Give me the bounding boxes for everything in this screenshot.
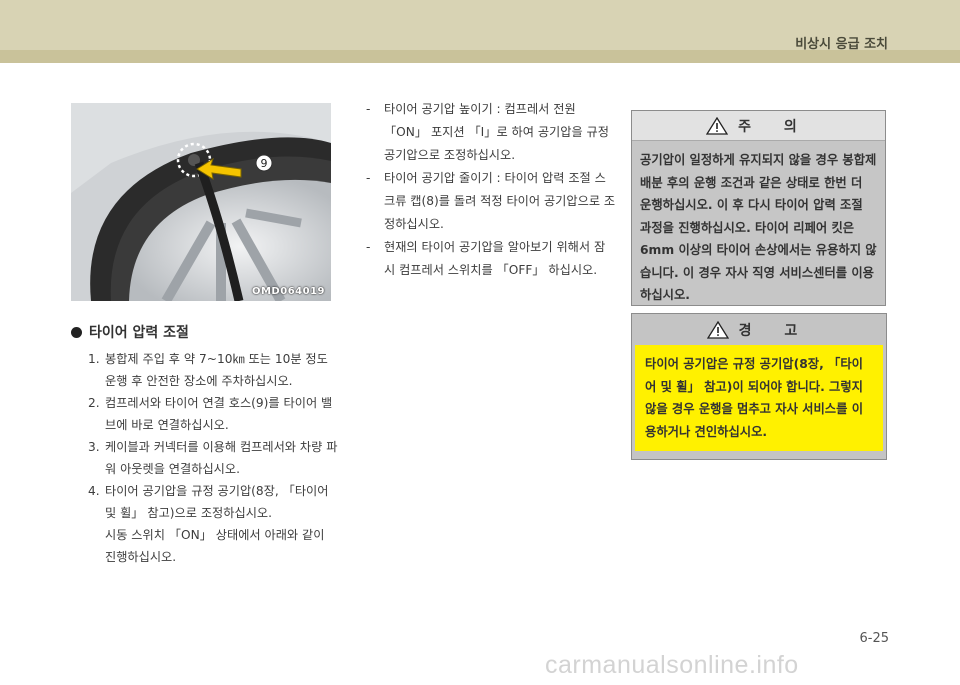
step-note: 시동 스위치 「ON」 상태에서 아래와 같이 진행하십시오. — [105, 528, 325, 564]
list-item: 4. 타이어 공기압을 규정 공기압(8장, 「타이어 및 휠」 참고)으로 조… — [88, 480, 338, 524]
list-item: 3. 케이블과 커넥터를 이용해 컴프레서와 차량 파워 아웃렛을 연결하십시오… — [88, 436, 338, 480]
step-number: 4. — [88, 484, 100, 498]
dash-marker: - — [366, 240, 371, 254]
step-number: 1. — [88, 352, 100, 366]
step-text: 봉합제 주입 후 약 7~10㎞ 또는 10분 정도 운행 후 안전한 장소에 … — [105, 352, 328, 388]
warning-triangle-icon — [706, 116, 729, 135]
caution-title: 주 의 — [738, 118, 811, 135]
list-item: - 현재의 타이어 공기압을 알아보기 위해서 잠시 컴프레서 스위치를 「OF… — [366, 236, 616, 282]
header-band — [0, 0, 960, 63]
caution-text: 공기압이 일정하게 유지되지 않을 경우 봉합제 배분 후의 운행 조건과 같은… — [640, 153, 877, 302]
tire-illustration: 9 — [71, 103, 331, 301]
warning-text: 타이어 공기압은 규정 공기압(8장, 「타이어 및 휠」 참고)이 되어야 합… — [635, 345, 883, 451]
caution-header: 주 의 — [632, 111, 885, 141]
dash-marker: - — [366, 171, 371, 185]
caution-box: 주 의 공기압이 일정하게 유지되지 않을 경우 봉합제 배분 후의 운행 조건… — [631, 110, 886, 306]
section-title-text: 타이어 압력 조절 — [89, 325, 189, 341]
figure-code: OMD064019 — [251, 286, 325, 297]
step-number: 3. — [88, 440, 100, 454]
tire-valve-photo: 9 OMD064019 — [71, 103, 331, 301]
dash-marker: - — [366, 102, 371, 116]
list-item: - 타이어 공기압 높이기 : 컴프레서 전원 「ON」 포지션 「I」로 하여… — [366, 98, 616, 167]
step-text: 타이어 공기압을 규정 공기압(8장, 「타이어 및 휠」 참고)으로 조정하십… — [105, 484, 329, 520]
section-title: 타이어 압력 조절 — [71, 322, 189, 342]
bullet-icon — [71, 326, 82, 338]
dash-list: - 타이어 공기압 높이기 : 컴프레서 전원 「ON」 포지션 「I」로 하여… — [366, 98, 616, 282]
step-number: 2. — [88, 396, 100, 410]
list-item: 2. 컴프레서와 타이어 연결 호스(9)를 타이어 밸브에 바로 연결하십시오… — [88, 392, 338, 436]
header-title: 비상시 응급 조치 — [795, 37, 888, 52]
callout-number: 9 — [261, 157, 268, 170]
dash-text: 타이어 공기압 줄이기 : 타이어 압력 조절 스크류 캡(8)를 돌려 적정 … — [384, 171, 616, 231]
warning-title: 경 고 — [738, 322, 812, 339]
list-item: - 타이어 공기압 줄이기 : 타이어 압력 조절 스크류 캡(8)를 돌려 적… — [366, 167, 616, 236]
warning-triangle-icon — [706, 320, 729, 339]
page-number: 6-25 — [859, 631, 889, 646]
dash-text: 타이어 공기압 높이기 : 컴프레서 전원 「ON」 포지션 「I」로 하여 공… — [384, 102, 609, 162]
warning-header: 경 고 — [635, 314, 883, 345]
warning-box: 경 고 타이어 공기압은 규정 공기압(8장, 「타이어 및 휠」 참고)이 되… — [631, 313, 887, 460]
watermark: carmanualsonline.info — [545, 651, 799, 679]
list-item: 1. 봉합제 주입 후 약 7~10㎞ 또는 10분 정도 운행 후 안전한 장… — [88, 348, 338, 392]
steps-list: 1. 봉합제 주입 후 약 7~10㎞ 또는 10분 정도 운행 후 안전한 장… — [88, 348, 338, 568]
dash-text: 현재의 타이어 공기압을 알아보기 위해서 잠시 컴프레서 스위치를 「OFF」… — [384, 240, 606, 277]
step-text: 케이블과 커넥터를 이용해 컴프레서와 차량 파워 아웃렛을 연결하십시오. — [105, 440, 338, 476]
step-text: 컴프레서와 타이어 연결 호스(9)를 타이어 밸브에 바로 연결하십시오. — [105, 396, 333, 432]
